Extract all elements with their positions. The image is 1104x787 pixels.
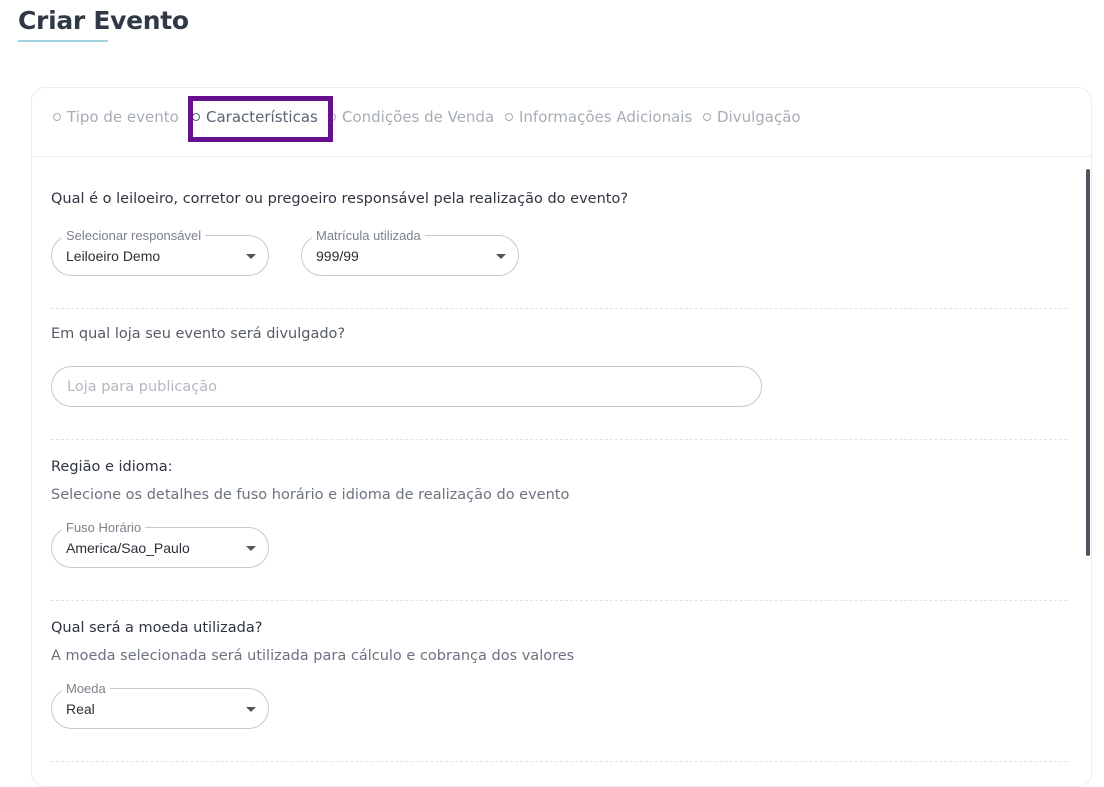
active-step-highlight (188, 96, 333, 142)
step-dot-icon (703, 113, 711, 121)
chevron-down-icon (246, 254, 256, 259)
chevron-down-icon (496, 254, 506, 259)
responsible-question: Qual é o leiloeiro, corretor ou pregoeir… (51, 191, 629, 207)
section-divider (51, 600, 1067, 601)
registration-select[interactable]: Matrícula utilizada 999/99 (301, 228, 519, 276)
page-title: Criar Evento (18, 6, 189, 35)
currency-description: A moeda selecionada será utilizada para … (51, 648, 575, 664)
title-underline (18, 40, 108, 42)
currency-select[interactable]: Moeda Real (51, 681, 269, 729)
step-label: Condições de Venda (342, 108, 495, 126)
chevron-down-icon (246, 546, 256, 551)
step-tipo-de-evento[interactable]: Tipo de evento (53, 107, 179, 127)
region-description: Selecione os detalhes de fuso horário e … (51, 487, 570, 503)
step-label: Informações Adicionais (519, 108, 693, 126)
scrollbar-thumb[interactable] (1086, 169, 1090, 556)
timezone-select-label: Fuso Horário (62, 520, 146, 535)
responsible-select[interactable]: Selecionar responsável Leiloeiro Demo (51, 228, 269, 276)
registration-select-label: Matrícula utilizada (312, 228, 425, 243)
timezone-select-value: America/Sao_Paulo (66, 540, 190, 556)
currency-question: Qual será a moeda utilizada? (51, 620, 263, 636)
registration-select-value: 999/99 (316, 248, 359, 264)
step-dot-icon (53, 113, 61, 121)
step-dot-icon (505, 113, 513, 121)
stepper: Tipo de evento Características Condições… (32, 88, 1091, 157)
step-label: Divulgação (717, 108, 801, 126)
responsible-select-label: Selecionar responsável (62, 228, 206, 243)
step-divulgacao[interactable]: Divulgação (703, 107, 801, 127)
step-condicoes-de-venda[interactable]: Condições de Venda (328, 107, 494, 127)
step-informacoes-adicionais[interactable]: Informações Adicionais (505, 107, 692, 127)
section-divider (51, 308, 1067, 309)
step-label: Tipo de evento (67, 108, 179, 126)
section-divider (51, 761, 1067, 762)
responsible-select-value: Leiloeiro Demo (66, 248, 161, 264)
currency-select-label: Moeda (62, 681, 110, 696)
region-question: Região e idioma: (51, 459, 173, 475)
currency-select-value: Real (66, 701, 95, 717)
section-divider (51, 439, 1067, 440)
chevron-down-icon (246, 707, 256, 712)
store-input[interactable] (51, 366, 762, 407)
timezone-select[interactable]: Fuso Horário America/Sao_Paulo (51, 520, 269, 568)
store-question: Em qual loja seu evento será divulgado? (51, 326, 346, 342)
